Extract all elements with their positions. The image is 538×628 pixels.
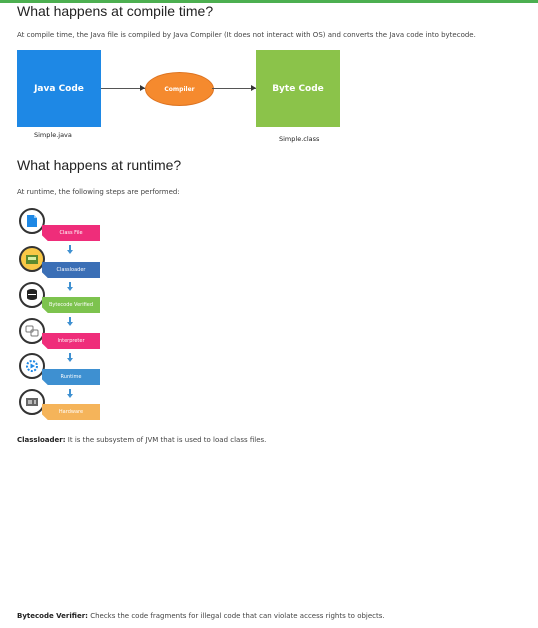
down-arrow-5 [67, 389, 73, 398]
down-arrow-4 [67, 353, 73, 362]
bytecode-verifier-definition: Bytecode Verifier: Checks the code fragm… [17, 612, 385, 620]
gear-play-icon [19, 353, 45, 379]
step-label-bytecode-verified: Bytecode Verified [42, 297, 100, 313]
folder-icon [19, 246, 45, 272]
step-label-interpreter: Interpreter [42, 333, 100, 349]
compiler-oval: Compiler [145, 72, 214, 106]
byte-code-caption: Simple.class [279, 135, 320, 143]
java-code-caption: Simple.java [34, 131, 72, 139]
file-icon [19, 208, 45, 234]
step-label-class-file: Class File [42, 225, 100, 241]
down-arrow-2 [67, 282, 73, 291]
classloader-definition: Classloader: It is the subsystem of JVM … [17, 436, 266, 444]
compile-time-heading: What happens at compile time? [17, 3, 214, 19]
compiler-label: Compiler [164, 85, 195, 93]
database-icon [19, 282, 45, 308]
classloader-term: Classloader: [17, 436, 66, 444]
runtime-heading: What happens at runtime? [17, 157, 182, 173]
bytecode-verifier-text: Checks the code fragments for illegal co… [90, 612, 385, 620]
arrow-line-2 [212, 88, 256, 89]
classloader-text: It is the subsystem of JVM that is used … [67, 436, 267, 444]
java-code-box: Java Code [17, 50, 101, 127]
translate-icon [19, 318, 45, 344]
down-arrow-3 [67, 317, 73, 326]
java-code-label: Java Code [34, 83, 84, 94]
byte-code-label: Byte Code [272, 83, 324, 94]
bytecode-verifier-term: Bytecode Verifier: [17, 612, 88, 620]
byte-code-box: Byte Code [256, 50, 340, 127]
compile-time-description: At compile time, the Java file is compil… [17, 31, 476, 39]
step-label-hardware: Hardware [42, 404, 100, 420]
hardware-icon [19, 389, 45, 415]
step-label-runtime: Runtime [42, 369, 100, 385]
runtime-description: At runtime, the following steps are perf… [17, 188, 180, 196]
arrow-line-1 [101, 88, 145, 89]
step-label-classloader: Classloader [42, 262, 100, 278]
down-arrow-1 [67, 245, 73, 254]
